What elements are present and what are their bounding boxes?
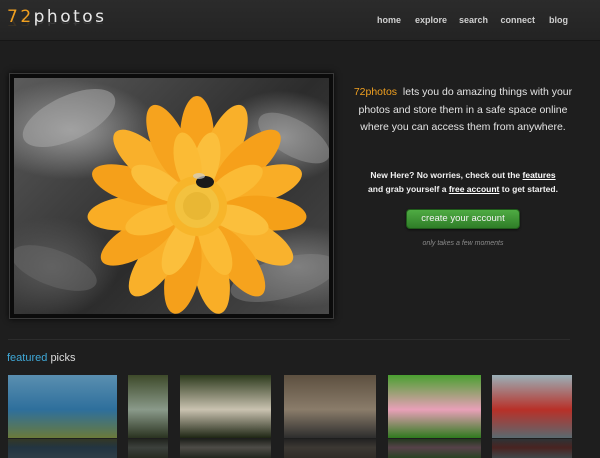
new-here-suffix: to get started.	[501, 184, 558, 194]
featured-rest: picks	[50, 352, 76, 364]
child-thumb-reflection	[492, 439, 572, 458]
nav-home[interactable]: home	[377, 15, 401, 25]
intro-brand: 72photos	[353, 86, 398, 98]
features-link[interactable]: features	[523, 170, 556, 180]
featured-picks-heading: featured picks	[7, 352, 76, 364]
road-mesa-thumb[interactable]	[284, 375, 376, 438]
nav-search[interactable]: search	[459, 15, 488, 25]
nav-connect[interactable]: connect	[500, 15, 535, 25]
child-thumb[interactable]	[492, 375, 572, 438]
header-bar: 72photos 72photos home explore search co…	[0, 0, 600, 41]
intro-text: 72photos lets you do amazing things with…	[352, 84, 574, 137]
pink-flower-thumb-reflection	[388, 439, 481, 458]
flower-illustration	[14, 88, 329, 314]
hero-photo	[14, 78, 329, 314]
create-account-button[interactable]: create your account	[406, 209, 520, 229]
road-mesa-thumb-reflection	[284, 439, 376, 458]
section-divider	[8, 339, 570, 340]
lake-tower-thumb-reflection	[8, 439, 117, 458]
hero-photo-frame	[9, 73, 334, 319]
new-here-middle: and grab yourself a	[368, 184, 447, 194]
nav-explore[interactable]: explore	[415, 15, 447, 25]
mushrooms-thumb[interactable]	[180, 375, 271, 438]
new-here-text: New Here? No worries, check out the feat…	[352, 168, 574, 196]
pink-flower-thumb[interactable]	[388, 375, 481, 438]
free-account-link[interactable]: free account	[449, 184, 500, 194]
waterfall-thumb[interactable]	[128, 375, 168, 438]
waterfall-thumb-reflection	[128, 439, 168, 458]
mushrooms-thumb-reflection	[180, 439, 271, 458]
featured-highlight: featured	[7, 352, 48, 364]
logo-reflection: 72photos	[7, 15, 107, 27]
lake-tower-thumb[interactable]	[8, 375, 117, 438]
nav-blog[interactable]: blog	[549, 15, 568, 25]
cta-note: only takes a few moments	[422, 240, 504, 247]
new-here-prefix: New Here? No worries, check out the	[370, 170, 521, 180]
